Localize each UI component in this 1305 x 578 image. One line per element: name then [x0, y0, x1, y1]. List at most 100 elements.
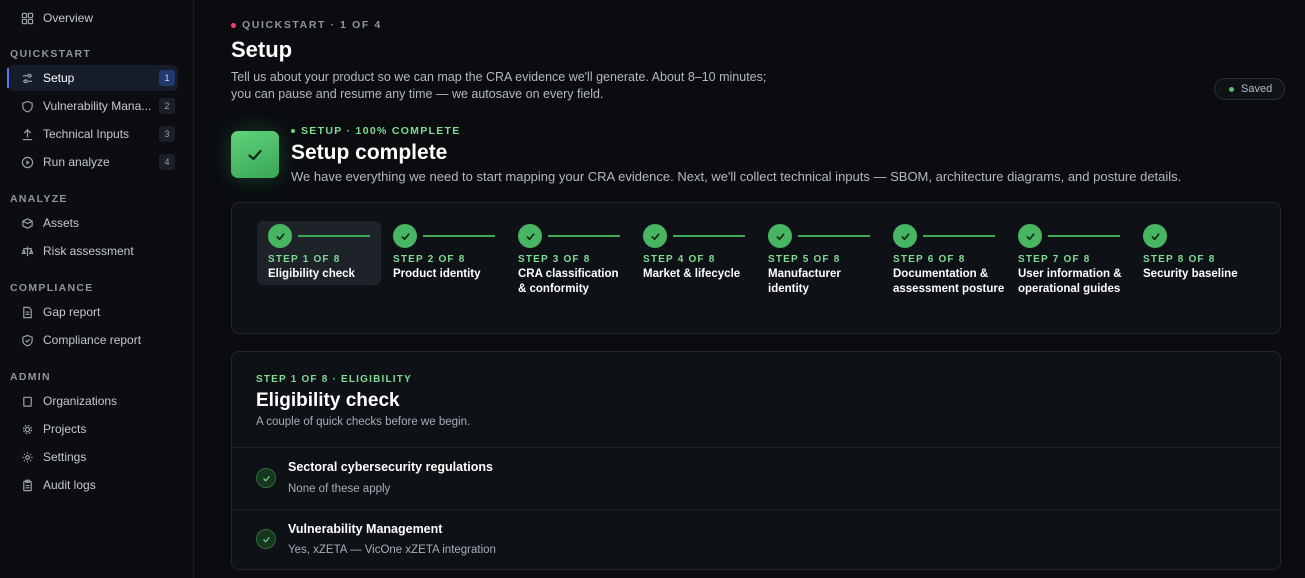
step-name: Eligibility check — [268, 268, 355, 280]
step-product-identity[interactable]: STEP 2 OF 8 Product identity — [382, 221, 506, 285]
sidebar-item-label: Gap report — [43, 305, 101, 319]
step-name: Product identity — [393, 268, 481, 280]
building-icon — [20, 394, 34, 408]
check-icon — [393, 224, 417, 248]
step-manufacturer-identity[interactable]: STEP 5 OF 8 Manufacturer identity — [757, 221, 881, 295]
eligibility-card: STEP 1 OF 8 · ELIGIBILITY Eligibility ch… — [231, 351, 1281, 570]
sun-gear-icon — [20, 450, 34, 464]
status-dot — [231, 22, 236, 28]
sidebar-item-vulnerability-management[interactable]: Vulnerability Mana... 2 — [8, 93, 178, 119]
sidebar-item-organizations[interactable]: Organizations — [8, 388, 178, 414]
shield-icon — [20, 99, 34, 113]
step-number: STEP 1 OF 8 — [268, 254, 341, 265]
check-icon — [643, 224, 667, 248]
saved-status-badge: Saved — [1214, 78, 1286, 100]
step-name: Manufacturer identity — [768, 268, 841, 295]
sidebar-item-label: Technical Inputs — [43, 127, 130, 141]
scale-icon — [20, 244, 34, 258]
sidebar-item-overview[interactable]: Overview — [8, 5, 178, 31]
step-user-information[interactable]: STEP 7 OF 8 User information & operation… — [1007, 221, 1131, 295]
answer-value: Yes, xZETA — VicOne xZETA integration — [288, 544, 496, 556]
step-number: STEP 6 OF 8 — [893, 254, 966, 265]
card-eyebrow: STEP 1 OF 8 · ELIGIBILITY — [256, 374, 412, 385]
divider — [232, 509, 1280, 510]
card-title: Eligibility check — [256, 390, 400, 411]
step-count-badge: 4 — [159, 154, 175, 170]
sidebar-item-run-analyze[interactable]: Run analyze 4 — [8, 149, 178, 175]
step-market-lifecycle[interactable]: STEP 4 OF 8 Market & lifecycle — [632, 221, 756, 285]
sidebar-item-label: Setup — [43, 71, 75, 85]
step-count-badge: 1 — [159, 70, 175, 86]
section-analyze: ANALYZE — [10, 193, 68, 205]
hero-eyebrow-text: SETUP · 100% COMPLETE — [301, 125, 461, 137]
step-connector — [798, 235, 870, 237]
step-name: Market & lifecycle — [643, 268, 741, 280]
check-icon — [256, 468, 276, 488]
sidebar-item-label: Settings — [43, 450, 87, 464]
step-documentation-posture[interactable]: STEP 6 OF 8 Documentation & assessment p… — [882, 221, 1006, 295]
sidebar-item-risk-assessment[interactable]: Risk assessment — [8, 238, 178, 264]
upload-icon — [20, 127, 34, 141]
step-count-badge: 2 — [159, 98, 175, 114]
sidebar-item-compliance-report[interactable]: Compliance report — [8, 327, 178, 353]
step-cra-classification[interactable]: STEP 3 OF 8 CRA classification & conform… — [507, 221, 631, 295]
step-eligibility-check[interactable]: STEP 1 OF 8 Eligibility check — [257, 221, 381, 285]
setup-stepper: STEP 1 OF 8 Eligibility check STEP 2 OF … — [231, 202, 1281, 334]
section-compliance: COMPLIANCE — [10, 282, 94, 294]
answer-title: Sectoral cybersecurity regulations — [288, 460, 493, 474]
check-icon — [1143, 224, 1167, 248]
sidebar-item-label: Compliance report — [43, 333, 142, 347]
step-connector — [548, 235, 620, 237]
document-icon — [20, 305, 34, 319]
check-icon — [268, 224, 292, 248]
hero-dot — [291, 129, 295, 133]
step-security-baseline[interactable]: STEP 8 OF 8 Security baseline — [1132, 221, 1256, 285]
box-icon — [20, 216, 34, 230]
sidebar-item-label: Overview — [43, 11, 94, 25]
clipboard-icon — [20, 478, 34, 492]
check-icon — [768, 224, 792, 248]
sidebar-item-label: Risk assessment — [43, 244, 134, 258]
step-name: Security baseline — [1143, 268, 1238, 280]
step-count-badge: 3 — [159, 126, 175, 142]
answer-title: Vulnerability Management — [288, 522, 443, 536]
sidebar-item-setup[interactable]: Setup 1 — [7, 65, 178, 91]
setup-complete-check-icon — [231, 131, 279, 178]
gear-small-icon — [20, 422, 34, 436]
sidebar-item-audit-logs[interactable]: Audit logs — [8, 472, 178, 498]
step-number: STEP 3 OF 8 — [518, 254, 591, 265]
step-connector — [423, 235, 495, 237]
section-admin: ADMIN — [10, 371, 51, 383]
sidebar-item-projects[interactable]: Projects — [8, 416, 178, 442]
check-icon — [518, 224, 542, 248]
sidebar-item-gap-report[interactable]: Gap report — [8, 299, 178, 325]
step-connector — [1048, 235, 1120, 237]
step-number: STEP 8 OF 8 — [1143, 254, 1216, 265]
sidebar-item-label: Audit logs — [43, 478, 96, 492]
sidebar-item-label: Vulnerability Mana... — [43, 99, 152, 113]
sidebar-item-settings[interactable]: Settings — [8, 444, 178, 470]
grid-icon — [20, 11, 34, 25]
sidebar-item-label: Assets — [43, 216, 80, 230]
step-number: STEP 5 OF 8 — [768, 254, 841, 265]
step-number: STEP 7 OF 8 — [1018, 254, 1091, 265]
step-connector — [673, 235, 745, 237]
card-description: A couple of quick checks before we begin… — [256, 416, 471, 428]
sidebar-item-label: Projects — [43, 422, 87, 436]
check-icon — [893, 224, 917, 248]
sidebar-item-assets[interactable]: Assets — [8, 210, 178, 236]
step-name: User information & operational guides — [1018, 268, 1122, 295]
page-description: Tell us about your product so we can map… — [231, 70, 767, 101]
divider — [232, 447, 1280, 448]
play-circle-icon — [20, 155, 34, 169]
step-connector — [298, 235, 370, 237]
page-eyebrow-text: QUICKSTART · 1 OF 4 — [242, 19, 382, 31]
step-name: CRA classification & conformity — [518, 268, 619, 295]
check-icon — [1018, 224, 1042, 248]
section-quickstart: QUICKSTART — [10, 48, 92, 60]
hero-description: We have everything we need to start mapp… — [291, 169, 1182, 184]
step-connector — [923, 235, 995, 237]
step-number: STEP 2 OF 8 — [393, 254, 466, 265]
step-name: Documentation & assessment posture — [893, 268, 1005, 295]
sidebar-item-technical-inputs[interactable]: Technical Inputs 3 — [8, 121, 178, 147]
